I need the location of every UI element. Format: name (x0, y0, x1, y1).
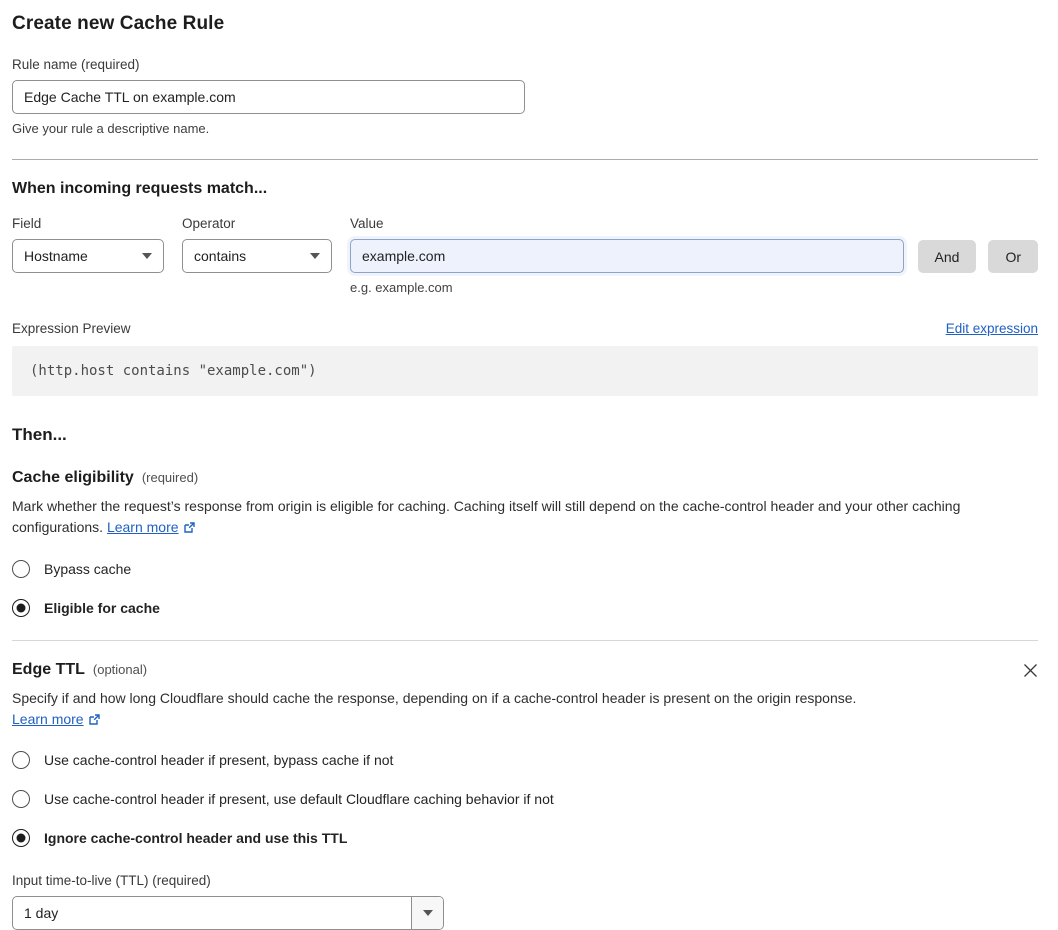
rule-name-input[interactable] (12, 80, 525, 114)
operator-select-value: contains (194, 248, 247, 264)
ttl-select-value: 1 day (24, 905, 59, 922)
radio-label: Use cache-control header if present, byp… (44, 752, 394, 769)
cache-eligibility-title: Cache eligibility (12, 469, 134, 486)
rule-name-section: Rule name (required) Give your rule a de… (12, 57, 1038, 136)
divider (12, 159, 1038, 160)
radio-use-cc-bypass[interactable]: Use cache-control header if present, byp… (12, 751, 1038, 770)
rule-name-help: Give your rule a descriptive name. (12, 121, 210, 136)
radio-icon (12, 559, 30, 578)
ttl-select-arrow-box[interactable] (411, 897, 443, 930)
radio-ignore-cc-use-ttl[interactable]: Ignore cache-control header and use this… (12, 829, 1038, 848)
field-label: Field (12, 216, 42, 231)
cache-eligibility-header: Cache eligibility (required) (12, 469, 1038, 487)
condition-row: Field Hostname Operator contains Value A… (12, 216, 1038, 273)
chevron-down-icon (310, 253, 320, 259)
edge-ttl-title: Edge TTL (12, 660, 85, 678)
radio-selected-icon (12, 598, 30, 617)
radio-icon (12, 790, 30, 809)
expression-preview-row: Expression Preview Edit expression (12, 321, 1038, 336)
operator-label: Operator (182, 216, 236, 231)
match-heading: When incoming requests match... (12, 180, 268, 197)
radio-bypass-cache[interactable]: Bypass cache (12, 559, 1038, 578)
radio-label: Bypass cache (44, 560, 132, 577)
page-title: Create new Cache Rule (12, 13, 225, 34)
value-label: Value (350, 216, 384, 231)
ttl-select[interactable]: 1 day (12, 896, 444, 930)
rule-name-label: Rule name (required) (12, 57, 140, 72)
value-input[interactable] (350, 239, 904, 273)
ttl-section: Input time-to-live (TTL) (required) 1 da… (12, 873, 1038, 930)
radio-use-cc-default[interactable]: Use cache-control header if present, use… (12, 790, 1038, 809)
expression-preview-label: Expression Preview (12, 321, 131, 336)
edge-ttl-description-text: Specify if and how long Cloudflare shoul… (12, 689, 857, 706)
ttl-label: Input time-to-live (TTL) (required) (12, 873, 211, 889)
cache-eligibility-learn-more-link[interactable]: Learn more (107, 519, 179, 535)
value-hint: e.g. example.com (350, 280, 453, 295)
or-button[interactable]: Or (988, 240, 1038, 273)
radio-label: Eligible for cache (44, 599, 160, 616)
operator-select[interactable]: contains (182, 239, 332, 273)
external-link-icon (88, 714, 100, 725)
chevron-down-icon (422, 910, 433, 917)
edge-ttl-description: Specify if and how long Cloudflare shoul… (12, 688, 857, 731)
cache-eligibility-required-tag: (required) (141, 470, 199, 485)
edge-ttl-titles: Edge TTL (optional) (12, 661, 1023, 679)
value-group: Value (350, 216, 904, 273)
chevron-down-icon (142, 253, 152, 259)
field-select[interactable]: Hostname (12, 239, 164, 273)
then-heading: Then... (12, 425, 67, 444)
radio-eligible-for-cache[interactable]: Eligible for cache (12, 598, 1038, 617)
external-link-icon (183, 522, 195, 533)
radio-label: Ignore cache-control header and use this… (44, 830, 348, 847)
radio-selected-icon (12, 829, 30, 848)
edge-ttl-learn-more-link[interactable]: Learn more (12, 711, 84, 727)
edit-expression-link[interactable]: Edit expression (946, 321, 1038, 336)
field-group: Field Hostname (12, 216, 164, 273)
edge-ttl-header: Edge TTL (optional) (12, 661, 1038, 679)
divider (12, 639, 1038, 641)
and-button[interactable]: And (917, 240, 977, 273)
edge-ttl-optional-tag: (optional) (92, 661, 148, 677)
close-icon (1024, 663, 1037, 677)
operator-group: Operator contains (182, 216, 332, 273)
expression-code-block: (http.host contains "example.com") (12, 346, 1038, 396)
radio-icon (12, 751, 30, 770)
field-select-value: Hostname (24, 248, 88, 264)
cache-eligibility-description: Mark whether the request’s response from… (12, 496, 1038, 539)
radio-label: Use cache-control header if present, use… (44, 791, 554, 808)
close-button[interactable] (1023, 663, 1038, 678)
